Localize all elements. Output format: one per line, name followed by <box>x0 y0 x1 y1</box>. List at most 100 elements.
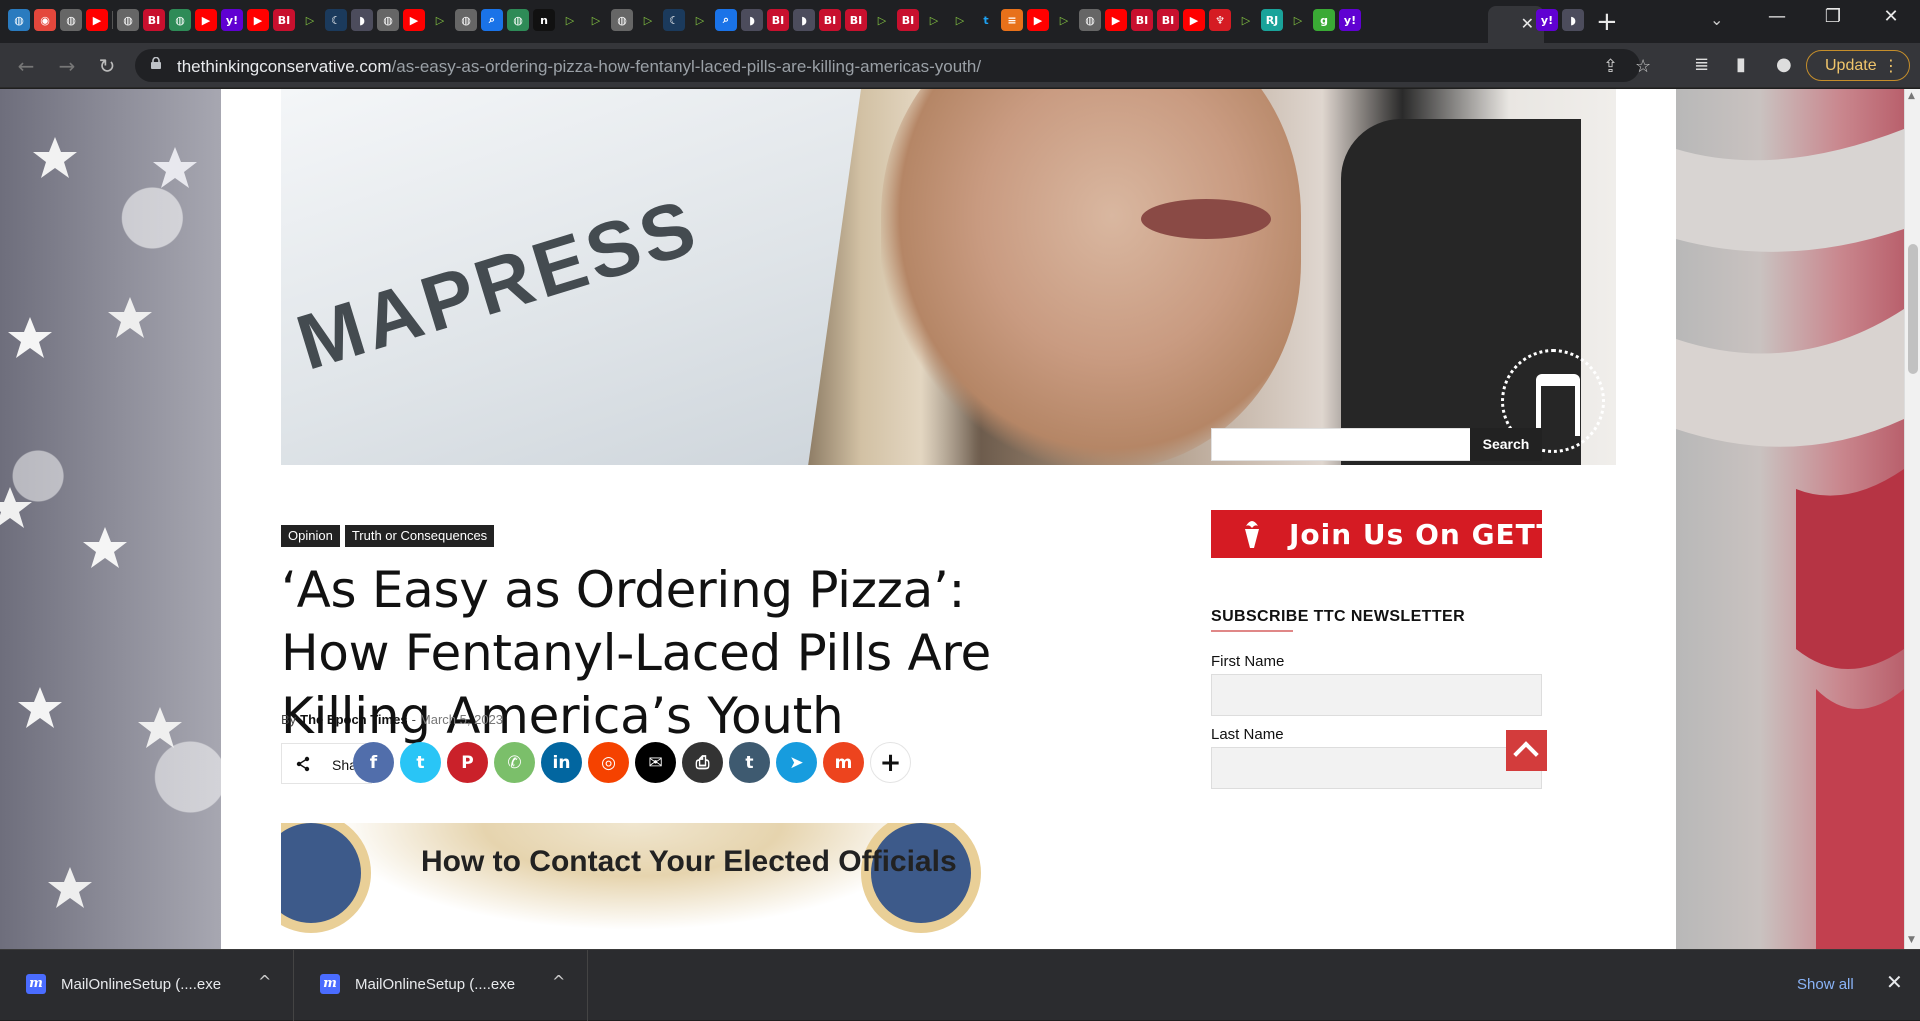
new-tab-button[interactable]: + <box>1596 7 1618 37</box>
globe-tab-icon[interactable]: ◍ <box>377 9 399 31</box>
category-tag-truth-or-consequences[interactable]: Truth or Consequences <box>344 525 495 547</box>
back-button[interactable]: ← <box>12 52 40 80</box>
chevron-up-icon[interactable]: ^ <box>258 972 271 991</box>
tumblr-share-button[interactable]: t <box>729 742 770 783</box>
twitter-share-button[interactable]: t <box>400 742 441 783</box>
business-insider-tab-icon[interactable]: BI <box>845 9 867 31</box>
page-scrollbar[interactable]: ▲ ▼ <box>1904 89 1920 949</box>
rumble-tab-icon[interactable]: ▷ <box>299 9 321 31</box>
youtube-tab-icon[interactable]: ▶ <box>403 9 425 31</box>
yahoo-tab-icon[interactable]: y! <box>221 9 243 31</box>
print-share-button[interactable]: ⎙ <box>682 742 723 783</box>
globe-tab-icon[interactable]: ◍ <box>117 9 139 31</box>
business-insider-tab-icon[interactable]: BI <box>767 9 789 31</box>
twitter-tab-icon[interactable]: t <box>975 9 997 31</box>
bookmark-star-icon[interactable]: ☆ <box>1635 56 1651 77</box>
first-name-field[interactable] <box>1211 674 1542 716</box>
media-controls-icon[interactable]: ≣ <box>1694 54 1709 75</box>
reddit-share-button[interactable]: ◎ <box>588 742 629 783</box>
pizza-tab-icon[interactable]: ◉ <box>34 9 56 31</box>
lock-icon[interactable] <box>151 57 161 69</box>
globe-tab-icon[interactable]: ◍ <box>8 9 30 31</box>
sidebar-search-input[interactable] <box>1211 428 1471 461</box>
profile-icon[interactable]: ● <box>1776 54 1792 75</box>
business-insider-tab-icon[interactable]: BI <box>1131 9 1153 31</box>
maximize-button[interactable]: ❐ <box>1818 6 1848 27</box>
business-insider-tab-icon[interactable]: BI <box>819 9 841 31</box>
media-tab-icon[interactable]: ◗ <box>741 9 763 31</box>
business-insider-tab-icon[interactable]: BI <box>1157 9 1179 31</box>
g-tab-icon[interactable]: g <box>1313 9 1335 31</box>
search-tab-icon[interactable]: ⌕ <box>715 9 737 31</box>
scrollbar-thumb[interactable] <box>1908 244 1918 374</box>
email-share-button[interactable]: ✉ <box>635 742 676 783</box>
rumble-tab-icon[interactable]: ▷ <box>1235 9 1257 31</box>
news-tab-icon[interactable]: n <box>533 9 555 31</box>
close-tab-icon[interactable]: ✕ <box>1521 14 1534 33</box>
rumble-tab-icon[interactable]: ▷ <box>923 9 945 31</box>
globe-tab-icon[interactable]: ◍ <box>611 9 633 31</box>
pinterest-share-button[interactable]: P <box>447 742 488 783</box>
last-name-field[interactable] <box>1211 747 1542 789</box>
close-window-button[interactable]: ✕ <box>1876 6 1906 27</box>
mix-share-button[interactable]: m <box>823 742 864 783</box>
business-insider-tab-icon[interactable]: BI <box>143 9 165 31</box>
rumble-tab-icon[interactable]: ▷ <box>949 9 971 31</box>
share-page-icon[interactable]: ⇪ <box>1603 56 1618 77</box>
tab-search-icon[interactable]: ⌄ <box>1710 10 1723 29</box>
rumble-tab-icon[interactable]: ▷ <box>559 9 581 31</box>
reload-button[interactable]: ↻ <box>93 52 121 80</box>
media-tab-icon[interactable]: ◗ <box>1562 9 1584 31</box>
contact-officials-banner[interactable]: How to Contact Your Elected Officials <box>281 823 984 949</box>
gettr-banner[interactable]: Join Us On GETTR <box>1211 510 1542 558</box>
linkedin-share-button[interactable]: in <box>541 742 582 783</box>
facebook-share-button[interactable]: f <box>353 742 394 783</box>
globe-tab-icon[interactable]: ◍ <box>455 9 477 31</box>
search-button[interactable]: Search <box>1470 428 1542 461</box>
close-downloads-icon[interactable]: ✕ <box>1886 970 1903 994</box>
whatsapp-share-button[interactable]: ✆ <box>494 742 535 783</box>
youtube-tab-icon[interactable]: ▶ <box>247 9 269 31</box>
media-tab-icon[interactable]: ◗ <box>793 9 815 31</box>
youtube-tab-icon[interactable]: ▶ <box>86 9 108 31</box>
youtube-tab-icon[interactable]: ▶ <box>1105 9 1127 31</box>
download-item[interactable]: m MailOnlineSetup (....exe ^ <box>0 950 294 1021</box>
download-item[interactable]: m MailOnlineSetup (....exe ^ <box>294 950 588 1021</box>
rumble-tab-icon[interactable]: ▷ <box>637 9 659 31</box>
business-insider-tab-icon[interactable]: BI <box>897 9 919 31</box>
rumble-tab-icon[interactable]: ▷ <box>585 9 607 31</box>
scroll-up-arrow-icon[interactable]: ▲ <box>1908 91 1915 101</box>
author-link[interactable]: The Epoch Times <box>300 712 407 727</box>
rj-tab-icon[interactable]: RJ <box>1261 9 1283 31</box>
category-tag-opinion[interactable]: Opinion <box>281 525 340 547</box>
scroll-down-arrow-icon[interactable]: ▼ <box>1908 935 1915 945</box>
menu-dots-icon[interactable]: ⋮ <box>1883 51 1899 80</box>
rumble-tab-icon[interactable]: ▷ <box>871 9 893 31</box>
address-bar[interactable]: thethinkingconservative.com/as-easy-as-o… <box>135 49 1651 82</box>
rumble-tab-icon[interactable]: ▷ <box>1053 9 1075 31</box>
search-tab-icon[interactable]: ⌕ <box>481 9 503 31</box>
telegram-share-button[interactable]: ➤ <box>776 742 817 783</box>
youtube-tab-icon[interactable]: ▶ <box>1183 9 1205 31</box>
youtube-tab-icon[interactable]: ▶ <box>195 9 217 31</box>
more-share-button[interactable]: + <box>870 742 911 783</box>
rumble-tab-icon[interactable]: ▷ <box>429 9 451 31</box>
show-all-downloads-link[interactable]: Show all <box>1797 976 1854 993</box>
moon-tab-icon[interactable]: ☾ <box>663 9 685 31</box>
globe-tab-icon[interactable]: ◍ <box>507 9 529 31</box>
chevron-up-icon[interactable]: ^ <box>552 972 565 991</box>
globe-tab-icon[interactable]: ◍ <box>169 9 191 31</box>
back-to-top-button[interactable] <box>1506 730 1547 771</box>
globe-tab-icon[interactable]: ◍ <box>60 9 82 31</box>
side-panel-icon[interactable]: ▮ <box>1736 54 1746 75</box>
rumble-tab-icon[interactable]: ▷ <box>1287 9 1309 31</box>
forward-button[interactable]: → <box>53 52 81 80</box>
url-text[interactable]: thethinkingconservative.com/as-easy-as-o… <box>177 57 981 77</box>
update-button[interactable]: Update ⋮ <box>1806 50 1910 81</box>
minimize-button[interactable]: — <box>1762 6 1792 27</box>
globe-tab-icon[interactable]: ◍ <box>1079 9 1101 31</box>
bookmark-tab-icon[interactable]: ≡ <box>1001 9 1023 31</box>
business-insider-tab-icon[interactable]: BI <box>273 9 295 31</box>
youtube-tab-icon[interactable]: ▶ <box>1027 9 1049 31</box>
moon-tab-icon[interactable]: ☾ <box>325 9 347 31</box>
